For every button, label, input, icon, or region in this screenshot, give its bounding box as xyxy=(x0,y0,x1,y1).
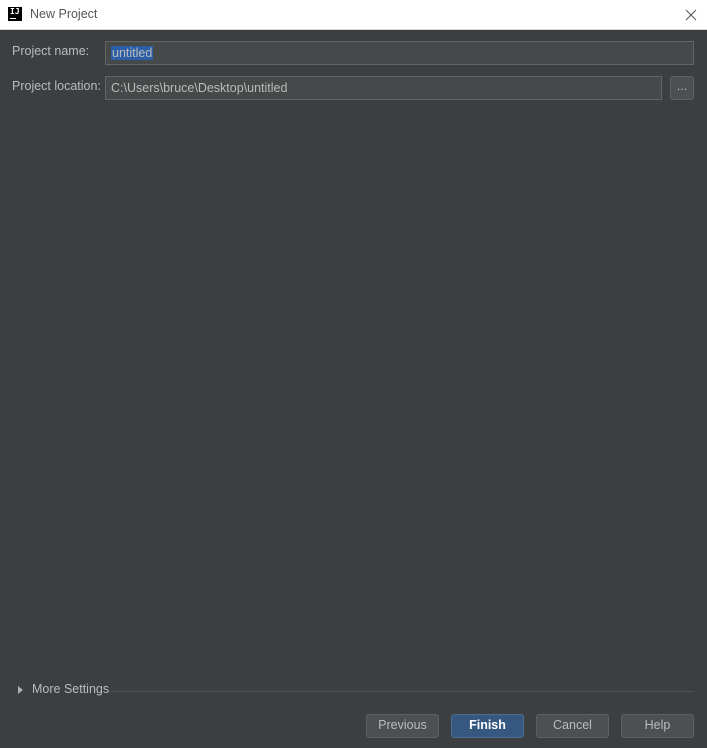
project-name-input[interactable]: untitled xyxy=(105,41,694,65)
project-location-label: Project location: xyxy=(12,79,101,93)
project-location-input[interactable]: C:\Users\bruce\Desktop\untitled xyxy=(105,76,662,100)
more-settings-divider xyxy=(110,691,694,692)
project-name-value: untitled xyxy=(111,46,154,60)
close-icon xyxy=(685,9,697,21)
finish-button[interactable]: Finish xyxy=(451,714,524,738)
cancel-button[interactable]: Cancel xyxy=(536,714,609,738)
new-project-dialog: IJ New Project Project name: untitled Pr… xyxy=(0,0,707,748)
project-name-label: Project name: xyxy=(12,44,90,58)
close-button[interactable] xyxy=(681,5,701,25)
help-button[interactable]: Help xyxy=(621,714,694,738)
previous-button[interactable]: Previous xyxy=(366,714,439,738)
project-location-value: C:\Users\bruce\Desktop\untitled xyxy=(111,81,288,95)
browse-button[interactable]: ... xyxy=(670,76,694,100)
more-settings-label: More Settings xyxy=(32,682,110,696)
title-bar: IJ New Project xyxy=(0,0,707,30)
intellij-idea-icon: IJ xyxy=(8,7,22,21)
app-icon-text: IJ xyxy=(10,7,20,16)
triangle-right-icon xyxy=(18,686,23,694)
window-title: New Project xyxy=(30,7,98,21)
